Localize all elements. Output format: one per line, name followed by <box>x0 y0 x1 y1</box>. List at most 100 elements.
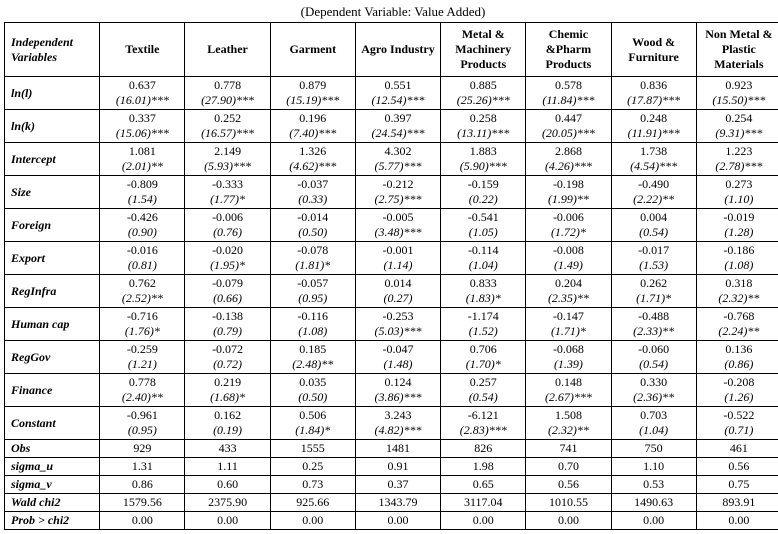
coefficient-value: -0.005 <box>358 210 438 225</box>
coefficient-value: -0.008 <box>528 243 608 258</box>
data-cell: 0.219(1.68)* <box>185 374 270 407</box>
coefficient-value: 0.637 <box>102 78 182 93</box>
t-statistic-value: (0.81) <box>102 258 182 273</box>
t-statistic-value: (1.81)* <box>273 258 353 273</box>
data-cell: 0.00 <box>611 512 696 530</box>
t-statistic-value: (1.49) <box>528 258 608 273</box>
data-cell: -0.020(1.95)* <box>185 242 270 275</box>
t-statistic-value: (1.08) <box>699 258 778 273</box>
data-cell: 0.00 <box>270 512 355 530</box>
coefficient-value: 0.397 <box>358 111 438 126</box>
coefficient-value: 3.243 <box>358 408 438 423</box>
coefficient-value: 0.162 <box>187 408 267 423</box>
data-cell: -0.037(0.33) <box>270 176 355 209</box>
cell-value: 750 <box>614 441 694 456</box>
data-cell: -0.068(1.39) <box>526 341 611 374</box>
coefficient-value: -0.961 <box>102 408 182 423</box>
cell-value: 0.00 <box>528 513 608 528</box>
table-row: Finance0.778(2.40)**0.219(1.68)*0.035(0.… <box>5 374 778 407</box>
coefficient-value: -0.147 <box>528 309 608 324</box>
table-row: sigma_u1.311.110.250.911.980.701.100.56 <box>5 458 778 476</box>
data-cell: -0.116(1.08) <box>270 308 355 341</box>
table-row: ln(l)0.637(16.01)***0.778(27.90)***0.879… <box>5 77 778 110</box>
data-cell: 0.258(13.11)*** <box>441 110 526 143</box>
cell-value: 929 <box>102 441 182 456</box>
data-cell: -0.259(1.21) <box>100 341 185 374</box>
t-statistic-value: (11.91)*** <box>614 126 694 141</box>
cell-value: 741 <box>528 441 608 456</box>
data-cell: 1.10 <box>611 458 696 476</box>
cell-value: 0.00 <box>358 513 438 528</box>
data-cell: -0.072(0.72) <box>185 341 270 374</box>
data-cell: -0.488(2.33)** <box>611 308 696 341</box>
t-statistic-value: (15.19)*** <box>273 93 353 108</box>
t-statistic-value: (2.24)** <box>699 324 778 339</box>
data-cell: -0.005(3.48)*** <box>355 209 440 242</box>
data-cell: 0.00 <box>441 512 526 530</box>
t-statistic-value: (16.01)*** <box>102 93 182 108</box>
t-statistic-value: (2.33)** <box>614 324 694 339</box>
t-statistic-value: (2.32)** <box>699 291 778 306</box>
data-cell: 1.081(2.01)** <box>100 143 185 176</box>
header-col-5: Chemic &Pharm Products <box>526 23 611 77</box>
coefficient-value: 0.035 <box>273 375 353 390</box>
row-variable-name: Prob > chi2 <box>5 512 100 530</box>
row-variable-name: sigma_u <box>5 458 100 476</box>
data-cell: -0.147(1.71)* <box>526 308 611 341</box>
t-statistic-value: (1.21) <box>102 357 182 372</box>
t-statistic-value: (1.04) <box>614 423 694 438</box>
coefficient-value: -0.078 <box>273 243 353 258</box>
data-cell: 1.31 <box>100 458 185 476</box>
coefficient-value: 0.578 <box>528 78 608 93</box>
t-statistic-value: (2.40)** <box>102 390 182 405</box>
row-variable-name: RegGov <box>5 341 100 374</box>
t-statistic-value: (0.90) <box>102 225 182 240</box>
data-cell: 0.778(27.90)*** <box>185 77 270 110</box>
coefficient-value: 0.703 <box>614 408 694 423</box>
data-cell: -0.426(0.90) <box>100 209 185 242</box>
data-cell: 741 <box>526 440 611 458</box>
t-statistic-value: (1.26) <box>699 390 778 405</box>
coefficient-value: 0.254 <box>699 111 778 126</box>
data-cell: 1.883(5.90)*** <box>441 143 526 176</box>
t-statistic-value: (15.06)*** <box>102 126 182 141</box>
data-cell: 0.56 <box>696 458 778 476</box>
coefficient-value: -0.333 <box>187 177 267 192</box>
t-statistic-value: (20.05)*** <box>528 126 608 141</box>
data-cell: 0.337(15.06)*** <box>100 110 185 143</box>
coefficient-value: 0.836 <box>614 78 694 93</box>
data-cell: -6.121(2.83)*** <box>441 407 526 440</box>
cell-value: 0.73 <box>273 477 353 492</box>
t-statistic-value: (0.72) <box>187 357 267 372</box>
t-statistic-value: (4.26)*** <box>528 159 608 174</box>
coefficient-value: 0.258 <box>443 111 523 126</box>
table-row: Obs92943315551481826741750461 <box>5 440 778 458</box>
t-statistic-value: (13.11)*** <box>443 126 523 141</box>
t-statistic-value: (1.71)* <box>614 291 694 306</box>
data-cell: 750 <box>611 440 696 458</box>
t-statistic-value: (1.53) <box>614 258 694 273</box>
coefficient-value: 0.885 <box>443 78 523 93</box>
data-cell: -0.333(1.77)* <box>185 176 270 209</box>
t-statistic-value: (17.87)*** <box>614 93 694 108</box>
data-cell: -0.006(0.76) <box>185 209 270 242</box>
coefficient-value: 4.302 <box>358 144 438 159</box>
data-cell: 0.778(2.40)** <box>100 374 185 407</box>
cell-value: 0.00 <box>614 513 694 528</box>
coefficient-value: -0.768 <box>699 309 778 324</box>
data-cell: -0.138(0.79) <box>185 308 270 341</box>
data-cell: 0.923(15.50)*** <box>696 77 778 110</box>
data-cell: 0.578(11.84)*** <box>526 77 611 110</box>
coefficient-value: 1.883 <box>443 144 523 159</box>
coefficient-value: 0.318 <box>699 276 778 291</box>
data-cell: 0.86 <box>100 476 185 494</box>
data-cell: 929 <box>100 440 185 458</box>
cell-value: 0.65 <box>443 477 523 492</box>
data-cell: 0.447(20.05)*** <box>526 110 611 143</box>
data-cell: 433 <box>185 440 270 458</box>
data-cell: 4.302(5.77)*** <box>355 143 440 176</box>
t-statistic-value: (1.68)* <box>187 390 267 405</box>
table-row: Prob > chi20.000.000.000.000.000.000.000… <box>5 512 778 530</box>
coefficient-value: -0.541 <box>443 210 523 225</box>
coefficient-value: -0.809 <box>102 177 182 192</box>
